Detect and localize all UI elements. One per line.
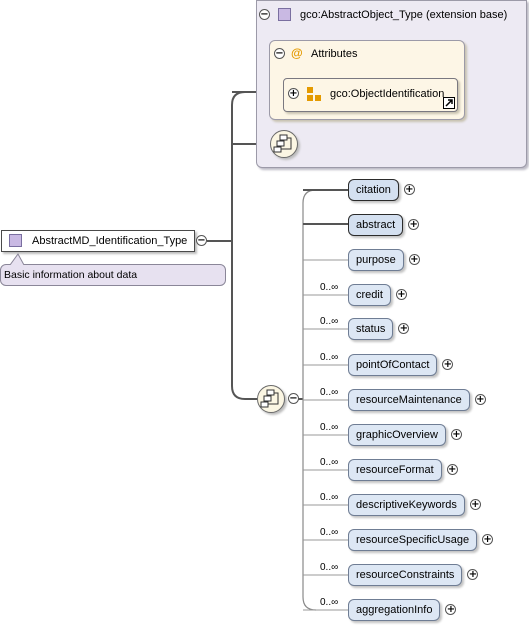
sequence-compositor-icon[interactable] [257,385,285,413]
occurrence-label: 0..∞ [320,282,339,293]
child-element-pointOfContact[interactable]: pointOfContact [348,354,438,376]
occurrence-label: 0..∞ [320,527,339,538]
child-element-graphicOverview[interactable]: graphicOverview [348,424,446,446]
collapse-sequence-toggle[interactable]: − [288,393,299,404]
attribute-icon: @ [291,46,303,60]
documentation-note: Basic information about data [0,264,226,286]
complex-type-icon [9,234,22,247]
collapse-extension-toggle[interactable]: − [259,9,270,20]
occurrence-label: 0..∞ [320,562,339,573]
sequence-compositor-icon[interactable] [270,130,298,158]
collapse-root-toggle[interactable]: − [196,235,207,246]
complex-type-icon [278,8,291,21]
child-element-resourceFormat[interactable]: resourceFormat [348,459,442,481]
attribute-group-label: gco:ObjectIdentification [330,88,445,100]
attributes-label: Attributes [311,48,358,60]
occurrence-label: 0..∞ [320,457,339,468]
note-pointer [10,253,25,265]
reference-arrow-icon [443,97,455,109]
collapse-attributes-toggle[interactable]: − [274,48,285,59]
root-element-label: AbstractMD_Identification_Type [32,235,188,247]
child-element-resourceSpecificUsage[interactable]: resourceSpecificUsage [348,529,478,551]
occurrence-label: 0..∞ [320,387,339,398]
child-element-abstract[interactable]: abstract [348,214,404,236]
expand-citation-toggle[interactable]: + [403,184,415,195]
child-element-resourceMaintenance[interactable]: resourceMaintenance [348,389,470,411]
expand-resourceFormat-toggle[interactable]: + [446,464,458,475]
child-element-status[interactable]: status [348,318,394,340]
expand-attribute-group-toggle[interactable]: + [288,88,299,99]
expand-aggregationInfo-toggle[interactable]: + [445,604,457,615]
expand-credit-toggle[interactable]: + [395,289,407,300]
expand-resourceMaintenance-toggle[interactable]: + [474,394,486,405]
child-element-citation[interactable]: citation [348,179,399,201]
extension-base-title: gco:AbstractObject_Type (extension base) [300,9,508,21]
occurrence-label: 0..∞ [320,422,339,433]
child-element-aggregationInfo[interactable]: aggregationInfo [348,599,441,621]
expand-graphicOverview-toggle[interactable]: + [450,429,462,440]
child-element-credit[interactable]: credit [348,284,391,306]
child-element-resourceConstraints[interactable]: resourceConstraints [348,564,463,586]
expand-pointOfContact-toggle[interactable]: + [442,359,454,370]
expand-purpose-toggle[interactable]: + [408,254,420,265]
attribute-group-icon [307,87,321,101]
child-element-purpose[interactable]: purpose [348,249,404,271]
expand-abstract-toggle[interactable]: + [408,219,420,230]
child-element-descriptiveKeywords[interactable]: descriptiveKeywords [348,494,465,516]
expand-resourceSpecificUsage-toggle[interactable]: + [482,534,494,545]
expand-resourceConstraints-toggle[interactable]: + [467,569,479,580]
occurrence-label: 0..∞ [320,352,339,363]
occurrence-label: 0..∞ [320,597,339,608]
expand-descriptiveKeywords-toggle[interactable]: + [469,499,481,510]
occurrence-label: 0..∞ [320,316,339,327]
expand-status-toggle[interactable]: + [398,323,410,334]
occurrence-label: 0..∞ [320,492,339,503]
